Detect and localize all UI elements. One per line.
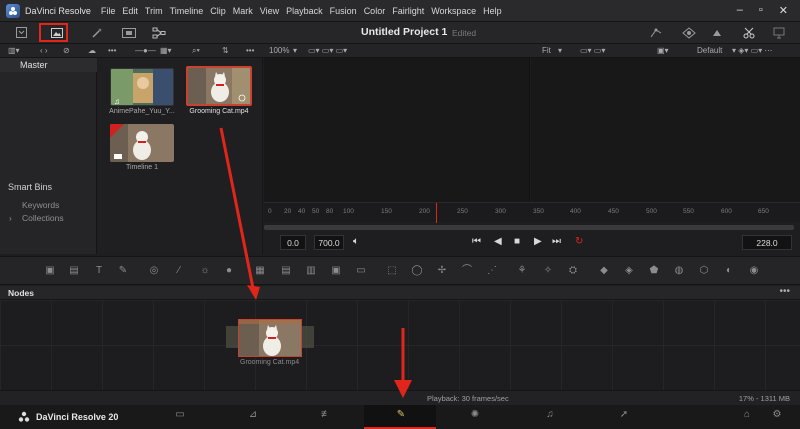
annotation-arrows — [219, 127, 412, 398]
arrow-clip-to-node — [219, 127, 260, 300]
arrow-to-color-page — [394, 328, 412, 398]
